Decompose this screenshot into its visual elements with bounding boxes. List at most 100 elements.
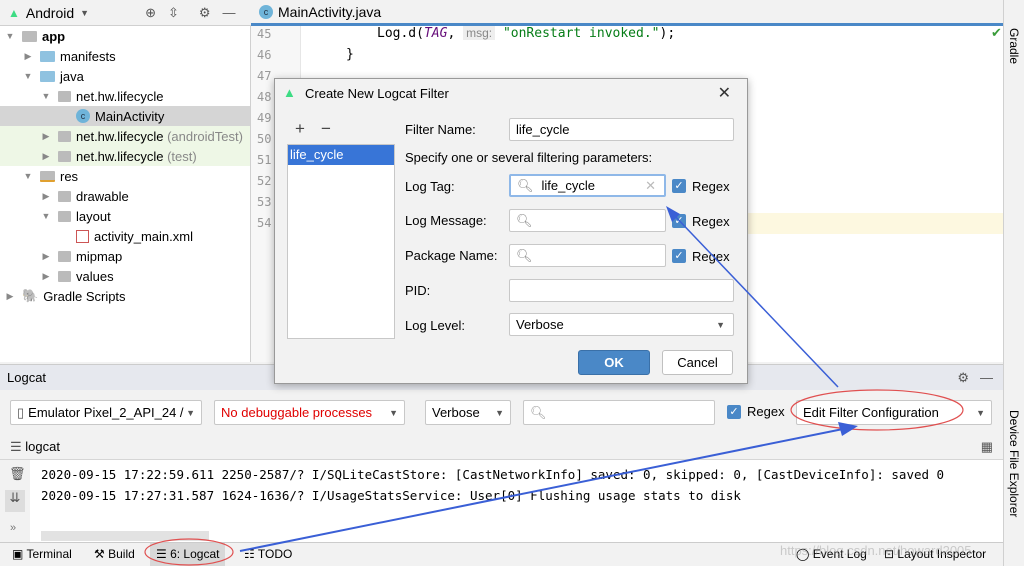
cancel-button[interactable]: Cancel <box>662 350 733 375</box>
tree-suffix: (test) <box>167 148 197 164</box>
tab-logcat[interactable]: ☰ logcat <box>10 439 60 455</box>
close-icon[interactable]: ✕ <box>718 83 731 103</box>
filter-hint: Specify one or several filtering paramet… <box>405 150 653 165</box>
filter-list-item[interactable]: life_cycle <box>288 145 394 165</box>
device-icon: ▯ <box>17 404 25 420</box>
logcat-title: Logcat <box>7 370 47 385</box>
folder-icon <box>58 190 71 202</box>
gear-icon[interactable]: ⚙ <box>199 5 211 21</box>
tree-item-java[interactable]: ▼ java <box>0 66 250 86</box>
logcat-tabs: ☰ logcat ▦ <box>0 434 1003 460</box>
gradle-icon: 🐘 <box>22 288 39 303</box>
folder-icon <box>40 50 55 62</box>
device-file-explorer-button[interactable]: Device File Explorer <box>1007 410 1021 517</box>
tree-item-test[interactable]: ▶ net.hw.lifecycle (test) <box>0 146 250 166</box>
layout-icon[interactable]: ▦ <box>981 439 993 455</box>
logcat-search-input[interactable]: 🔍︎ <box>523 400 715 425</box>
logcat-tool-button[interactable]: ☰ 6: Logcat <box>150 543 226 566</box>
project-view-header: ▲ Android ▼ ⊕ ⇳ ⚙ — <box>0 0 251 26</box>
terminal-button[interactable]: ▣ Terminal <box>12 547 72 561</box>
tree-item-activity-main[interactable]: activity_main.xml <box>0 226 250 246</box>
build-button[interactable]: ⚒ Build <box>94 547 135 561</box>
tree-label: activity_main.xml <box>94 228 193 244</box>
tree-label: net.hw.lifecycle <box>76 148 164 164</box>
log-message-input[interactable]: 🔍︎ <box>509 209 666 232</box>
android-icon: ▲ <box>283 85 296 100</box>
scroll-to-end-icon[interactable]: ⇊ <box>5 490 25 512</box>
regex-label: Regex <box>747 404 785 419</box>
tab-mainactivity[interactable]: c MainActivity.java <box>259 4 381 20</box>
line-number: 47 <box>257 69 272 83</box>
tree-label: manifests <box>60 48 116 64</box>
horizontal-scrollbar[interactable] <box>41 531 209 541</box>
log-tag-regex-checkbox[interactable]: ✓ <box>672 179 686 193</box>
search-icon: 🔍︎ <box>516 212 533 228</box>
tree-item-res[interactable]: ▼ res <box>0 166 250 186</box>
project-view-selector[interactable]: Android <box>26 5 74 21</box>
filter-name-label: Filter Name: <box>405 122 476 137</box>
logcat-toolbar: ▯ Emulator Pixel_2_API_24 /▼ No debuggabl… <box>0 390 1003 434</box>
tree-item-mipmap[interactable]: ▶ mipmap <box>0 246 250 266</box>
log-tag-input[interactable]: 🔍︎ life_cycle ✕ <box>509 174 666 197</box>
ok-button[interactable]: OK <box>578 350 650 375</box>
create-logcat-filter-dialog: ▲ Create New Logcat Filter ✕ + − life_cy… <box>274 78 748 384</box>
line-number: 45 <box>257 27 272 41</box>
line-number: 51 <box>257 153 272 167</box>
package-name-input[interactable]: 🔍︎ <box>509 244 666 267</box>
tree-item-values[interactable]: ▶ values <box>0 266 250 286</box>
folder-icon <box>58 250 71 262</box>
filter-config-select[interactable]: Edit Filter Configuration ▼ <box>796 400 992 425</box>
pid-input[interactable] <box>509 279 734 302</box>
minimize-icon[interactable]: — <box>980 370 993 385</box>
process-select[interactable]: No debuggable processes ▼ <box>214 400 405 425</box>
log-level-label: Log Level: <box>405 318 465 333</box>
pid-label: PID: <box>405 283 431 298</box>
search-icon: 🔍︎ <box>516 247 533 263</box>
regex-label: Regex <box>692 249 730 264</box>
code-line-46: } <box>346 47 354 62</box>
tree-item-app[interactable]: ▼ app <box>0 26 250 46</box>
chevron-down-icon[interactable]: ▼ <box>80 8 89 18</box>
tree-item-package[interactable]: ▼ net.hw.lifecycle <box>0 86 250 106</box>
tree-item-layout[interactable]: ▼ layout <box>0 206 250 226</box>
add-filter-button[interactable]: + <box>295 119 305 139</box>
tree-label: values <box>76 268 114 284</box>
remove-filter-button[interactable]: − <box>321 119 331 139</box>
log-message-regex-checkbox[interactable]: ✓ <box>672 214 686 228</box>
dialog-title: Create New Logcat Filter <box>305 86 449 101</box>
gear-icon[interactable]: ⚙ <box>957 370 969 386</box>
tree-item-drawable[interactable]: ▶ drawable <box>0 186 250 206</box>
logcat-output[interactable]: 2020-09-15 17:22:59.611 2250-2587/? I/SQ… <box>30 460 1003 542</box>
tree-label: drawable <box>76 188 129 204</box>
log-tag-label: Log Tag: <box>405 179 455 194</box>
log-level-select[interactable]: Verbose ▼ <box>425 400 511 425</box>
line-number: 54 <box>257 216 272 230</box>
android-icon: ▲ <box>8 5 20 20</box>
device-select[interactable]: ▯ Emulator Pixel_2_API_24 /▼ <box>10 400 202 425</box>
tree-item-androidtest[interactable]: ▶ net.hw.lifecycle (androidTest) <box>0 126 250 146</box>
log-level-select[interactable]: Verbose ▼ <box>509 313 734 336</box>
line-number: 48 <box>257 90 272 104</box>
search-icon: 🔍︎ <box>517 177 534 193</box>
trash-icon[interactable]: 🗑︎ <box>9 466 26 482</box>
tree-item-mainactivity[interactable]: c MainActivity <box>0 106 250 126</box>
locate-icon[interactable]: ⊕ <box>145 5 156 21</box>
minimize-icon[interactable]: — <box>223 5 236 20</box>
list-icon: ☰ <box>10 439 22 454</box>
gradle-tool-button[interactable]: Gradle <box>1007 28 1021 64</box>
filter-name-input[interactable]: life_cycle <box>509 118 734 141</box>
collapse-icon[interactable]: ⇳ <box>168 5 179 21</box>
tree-label: res <box>60 168 79 184</box>
filter-list: life_cycle <box>287 144 395 339</box>
tree-item-gradle-scripts[interactable]: ▶ 🐘 Gradle Scripts <box>0 286 250 306</box>
more-icon[interactable]: » <box>10 522 16 534</box>
tree-label: mipmap <box>76 248 123 264</box>
clear-icon[interactable]: ✕ <box>645 178 656 194</box>
package-regex-checkbox[interactable]: ✓ <box>672 249 686 263</box>
module-icon <box>22 30 37 42</box>
line-number: 46 <box>257 48 272 62</box>
tree-item-manifests[interactable]: ▶ manifests <box>0 46 250 66</box>
todo-button[interactable]: ☷ TODO <box>244 547 292 561</box>
editor-tabs: c MainActivity.java <box>251 0 1003 26</box>
regex-checkbox[interactable]: ✓ <box>727 405 741 419</box>
